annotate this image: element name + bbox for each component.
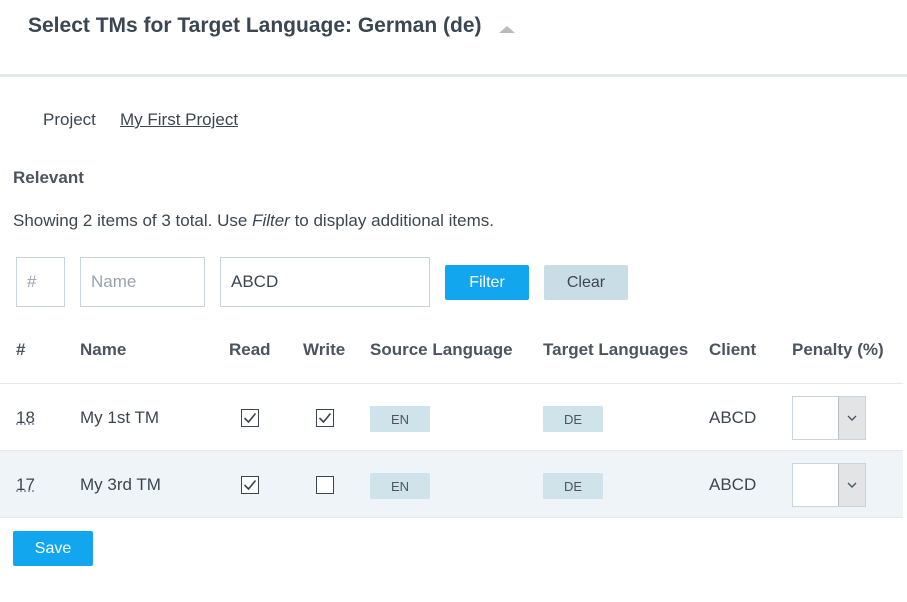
project-label: Project [43, 110, 96, 129]
items-summary-prefix: Showing 2 items of 3 total. Use [13, 211, 253, 230]
section-title: Relevant [13, 168, 84, 187]
table-row: 17 My 3rd TM EN DE ABCD [0, 450, 903, 518]
penalty-select[interactable] [792, 463, 866, 507]
read-checkbox[interactable] [241, 476, 259, 494]
project-link[interactable]: My First Project [120, 110, 238, 130]
column-header-name: Name [80, 340, 127, 359]
column-header-source-language: Source Language [370, 340, 513, 359]
tm-name: My 3rd TM [80, 475, 161, 494]
checkmark-icon [243, 479, 257, 491]
tm-id-link[interactable]: 17 [16, 475, 35, 495]
column-header-read: Read [229, 340, 271, 359]
column-header-client: Client [709, 340, 757, 359]
table-row: 18 My 1st TM EN DE ABCD [0, 383, 903, 450]
client-value: ABCD [709, 475, 757, 494]
source-language-badge: EN [370, 473, 430, 499]
caret-up-icon[interactable] [499, 26, 515, 33]
page-title: Select TMs for Target Language: German (… [28, 14, 482, 37]
clear-button[interactable]: Clear [544, 265, 628, 300]
column-header-penalty: Penalty (%) [792, 340, 884, 359]
items-summary-suffix: to display additional items. [289, 211, 494, 230]
read-checkbox[interactable] [241, 409, 259, 427]
chevron-down-icon[interactable] [838, 464, 865, 506]
number-filter-input[interactable] [16, 257, 65, 307]
write-checkbox[interactable] [316, 409, 334, 427]
dialog-header: Select TMs for Target Language: German (… [0, 0, 907, 77]
items-summary-filter: Filter [252, 211, 290, 230]
column-header-target-languages: Target Languages [543, 340, 689, 359]
client-filter-input[interactable] [220, 257, 430, 307]
checkmark-icon [243, 412, 257, 424]
filter-button[interactable]: Filter [445, 265, 529, 300]
column-header-number: # [16, 340, 26, 359]
name-filter-input[interactable] [80, 257, 205, 307]
write-checkbox[interactable] [316, 476, 334, 494]
source-language-badge: EN [370, 406, 430, 432]
target-language-badge: DE [543, 406, 603, 432]
checkmark-icon [318, 412, 332, 424]
target-language-badge: DE [543, 473, 603, 499]
client-value: ABCD [709, 408, 757, 427]
column-header-write: Write [303, 340, 346, 359]
items-summary: Showing 2 items of 3 total. Use Filter t… [13, 211, 494, 231]
penalty-select[interactable] [792, 396, 866, 440]
chevron-down-icon[interactable] [838, 397, 865, 439]
save-button[interactable]: Save [13, 531, 93, 566]
tm-id-link[interactable]: 18 [16, 408, 35, 428]
tm-name: My 1st TM [80, 408, 160, 427]
